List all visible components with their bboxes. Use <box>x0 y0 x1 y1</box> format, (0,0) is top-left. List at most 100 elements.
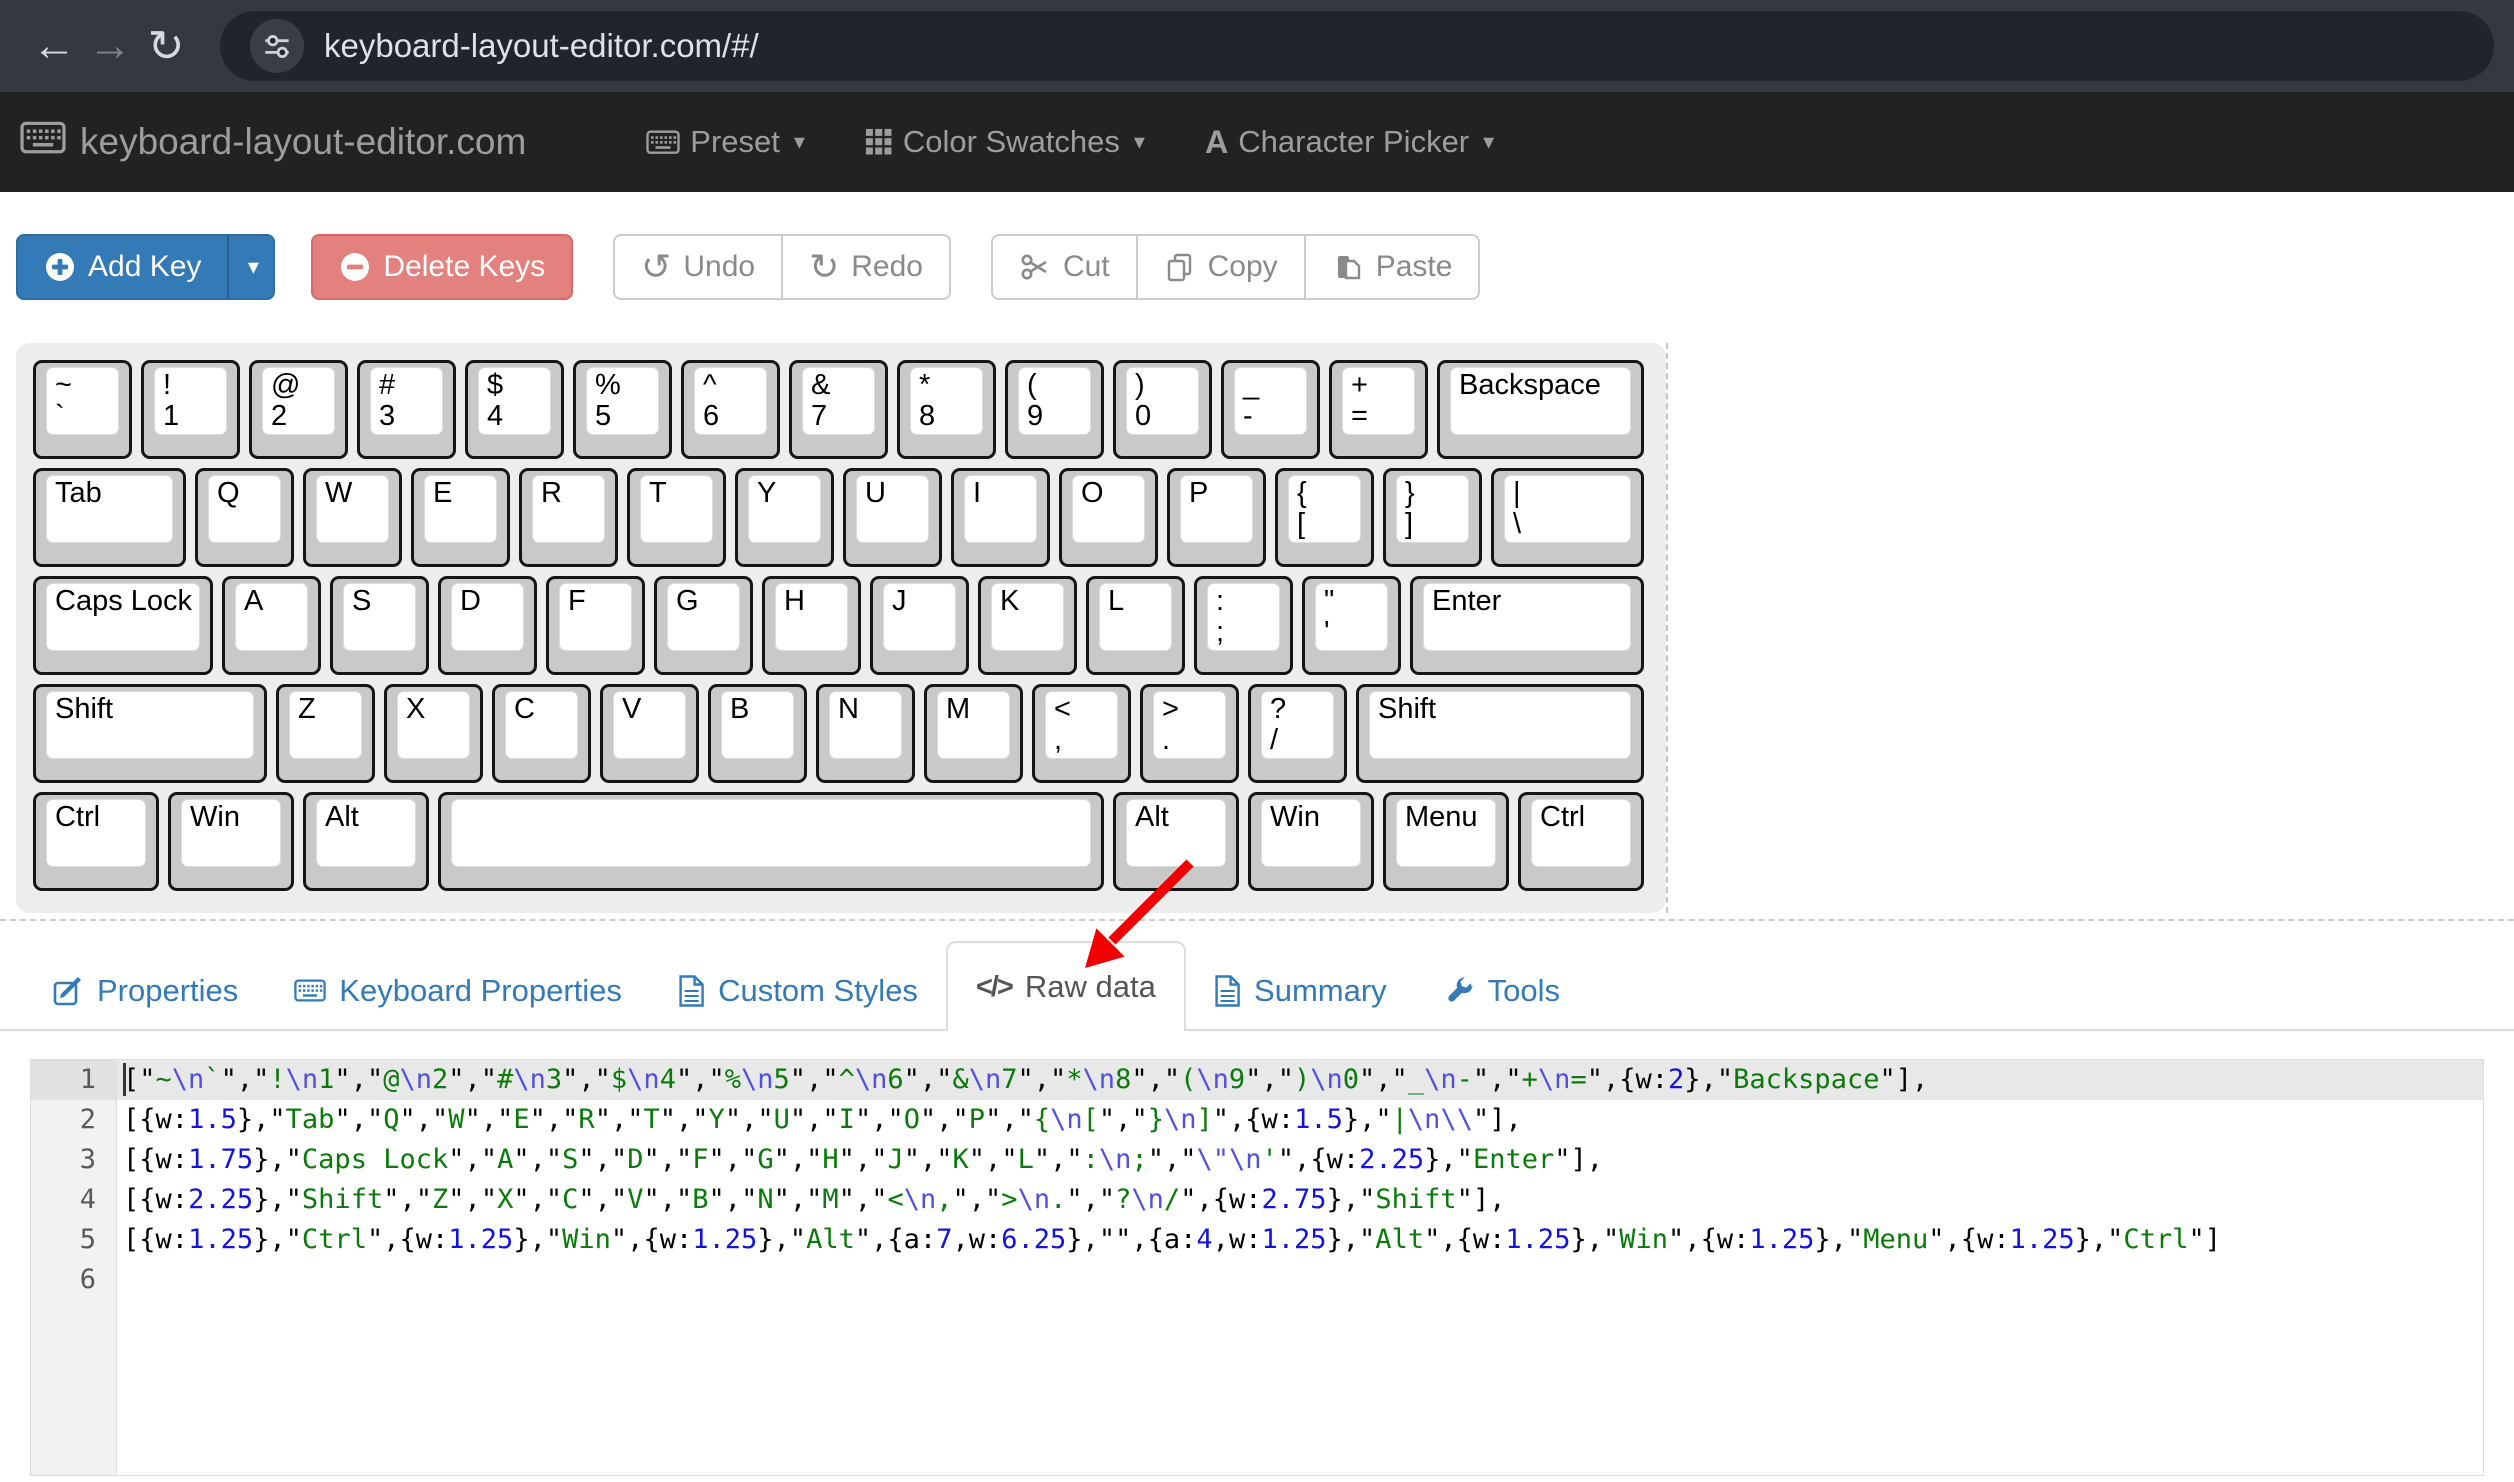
key-([interactable]: (9 <box>1005 360 1104 459</box>
key-ctrl[interactable]: Ctrl <box>1518 792 1644 891</box>
copy-button[interactable]: Copy <box>1136 234 1306 300</box>
key-m[interactable]: M <box>924 684 1023 783</box>
key-i[interactable]: I <box>951 468 1050 567</box>
key-top-legend: Win <box>190 801 240 834</box>
key-ctrl[interactable]: Ctrl <box>33 792 159 891</box>
key-space[interactable] <box>438 792 1104 891</box>
key-)[interactable]: )0 <box>1113 360 1212 459</box>
tab-tools[interactable]: Tools <box>1415 973 1588 1009</box>
key-alt[interactable]: Alt <box>1113 792 1239 891</box>
navbar-menu-preset[interactable]: Preset▾ <box>616 92 835 192</box>
add-key-dropdown-button[interactable]: ▾ <box>227 234 275 300</box>
key-n[interactable]: N <box>816 684 915 783</box>
key-alt[interactable]: Alt <box>303 792 429 891</box>
key-l[interactable]: L <box>1086 576 1185 675</box>
key-tab[interactable]: Tab <box>33 468 186 567</box>
key-x[interactable]: X <box>384 684 483 783</box>
code-text: ["~\n`","!\n1","@\n2","#\n3","$\n4","%\n… <box>117 1060 2483 1100</box>
cut-label: Cut <box>1063 250 1110 284</box>
key-_[interactable]: _- <box>1221 360 1320 459</box>
key-s[interactable]: S <box>330 576 429 675</box>
key-caps-lock[interactable]: Caps Lock <box>33 576 213 675</box>
code-line: 4[{w:2.25},"Shift","Z","X","C","V","B","… <box>31 1180 2483 1220</box>
key-w[interactable]: W <box>303 468 402 567</box>
key-o[interactable]: O <box>1059 468 1158 567</box>
panel-tabs: PropertiesKeyboard PropertiesCustom Styl… <box>0 937 2514 1031</box>
key-~[interactable]: ~` <box>33 360 132 459</box>
tab-summary[interactable]: Summary <box>1186 973 1415 1009</box>
key-top-legend: > <box>1162 693 1179 726</box>
key-@[interactable]: @2 <box>249 360 348 459</box>
keycap-surface: K <box>991 583 1064 651</box>
browser-reload-button[interactable]: ↻ <box>138 21 194 72</box>
key-:[interactable]: :; <box>1194 576 1293 675</box>
key-p[interactable]: P <box>1167 468 1266 567</box>
tab-properties[interactable]: Properties <box>24 973 266 1009</box>
key-k[interactable]: K <box>978 576 1077 675</box>
key-g[interactable]: G <box>654 576 753 675</box>
key-*[interactable]: *8 <box>897 360 996 459</box>
key-%[interactable]: %5 <box>573 360 672 459</box>
key-z[interactable]: Z <box>276 684 375 783</box>
key-f[interactable]: F <box>546 576 645 675</box>
key-![interactable]: !1 <box>141 360 240 459</box>
key-"[interactable]: "' <box>1302 576 1401 675</box>
key-j[interactable]: J <box>870 576 969 675</box>
key-|[interactable]: |\ <box>1491 468 1644 567</box>
address-bar[interactable]: keyboard-layout-editor.com/#/ <box>220 11 2494 81</box>
key-$[interactable]: $4 <box>465 360 564 459</box>
key-#[interactable]: #3 <box>357 360 456 459</box>
key-{[interactable]: {[ <box>1275 468 1374 567</box>
key-top-legend: C <box>514 693 535 726</box>
key-t[interactable]: T <box>627 468 726 567</box>
key-u[interactable]: U <box>843 468 942 567</box>
key-d[interactable]: D <box>438 576 537 675</box>
wrench-icon <box>1443 975 1475 1007</box>
paste-button[interactable]: Paste <box>1304 234 1481 300</box>
key-v[interactable]: V <box>600 684 699 783</box>
stage-resize-divider[interactable] <box>0 919 2514 921</box>
delete-keys-button[interactable]: Delete Keys <box>311 234 573 300</box>
key-}[interactable]: }] <box>1383 468 1482 567</box>
undo-button[interactable]: ↺ Undo <box>613 234 783 300</box>
key-r[interactable]: R <box>519 468 618 567</box>
key-y[interactable]: Y <box>735 468 834 567</box>
brand-link[interactable]: keyboard-layout-editor.com <box>20 121 526 163</box>
key-<[interactable]: <, <box>1032 684 1131 783</box>
tab-custom-styles[interactable]: Custom Styles <box>650 973 946 1009</box>
key-enter[interactable]: Enter <box>1410 576 1644 675</box>
site-settings-icon[interactable] <box>250 19 304 73</box>
keyboard-panel[interactable]: ~`!1@2#3$4%5^6&7*8(9)0_-+=BackspaceTabQW… <box>16 343 1666 913</box>
key-&[interactable]: &7 <box>789 360 888 459</box>
key-shift[interactable]: Shift <box>33 684 267 783</box>
key-e[interactable]: E <box>411 468 510 567</box>
keycap-surface: Caps Lock <box>46 583 200 651</box>
key-^[interactable]: ^6 <box>681 360 780 459</box>
navbar-menu-character-picker[interactable]: ACharacter Picker▾ <box>1175 92 1524 192</box>
browser-forward-button[interactable]: → <box>82 21 138 71</box>
code-line: 2[{w:1.5},"Tab","Q","W","E","R","T","Y",… <box>31 1100 2483 1140</box>
key-win[interactable]: Win <box>168 792 294 891</box>
tab-raw-data[interactable]: </>Raw data <box>946 941 1186 1031</box>
add-key-button[interactable]: Add Key <box>16 234 229 300</box>
key-shift[interactable]: Shift <box>1356 684 1644 783</box>
key-c[interactable]: C <box>492 684 591 783</box>
tab-label: Summary <box>1254 973 1387 1009</box>
cut-button[interactable]: Cut <box>991 234 1138 300</box>
navbar-menu-color-swatches[interactable]: Color Swatches▾ <box>835 92 1175 192</box>
key-bottom-legend: 2 <box>271 400 287 433</box>
key-menu[interactable]: Menu <box>1383 792 1509 891</box>
raw-data-editor[interactable]: 1["~\n`","!\n1","@\n2","#\n3","$\n4","%\… <box>30 1059 2484 1476</box>
key-backspace[interactable]: Backspace <box>1437 360 1644 459</box>
tab-keyboard-properties[interactable]: Keyboard Properties <box>266 973 650 1009</box>
key-a[interactable]: A <box>222 576 321 675</box>
key-?[interactable]: ?/ <box>1248 684 1347 783</box>
key-win[interactable]: Win <box>1248 792 1374 891</box>
key->[interactable]: >. <box>1140 684 1239 783</box>
key-b[interactable]: B <box>708 684 807 783</box>
browser-back-button[interactable]: ← <box>26 21 82 71</box>
redo-button[interactable]: ↻ Redo <box>781 234 951 300</box>
key-+[interactable]: += <box>1329 360 1428 459</box>
key-q[interactable]: Q <box>195 468 294 567</box>
key-h[interactable]: H <box>762 576 861 675</box>
